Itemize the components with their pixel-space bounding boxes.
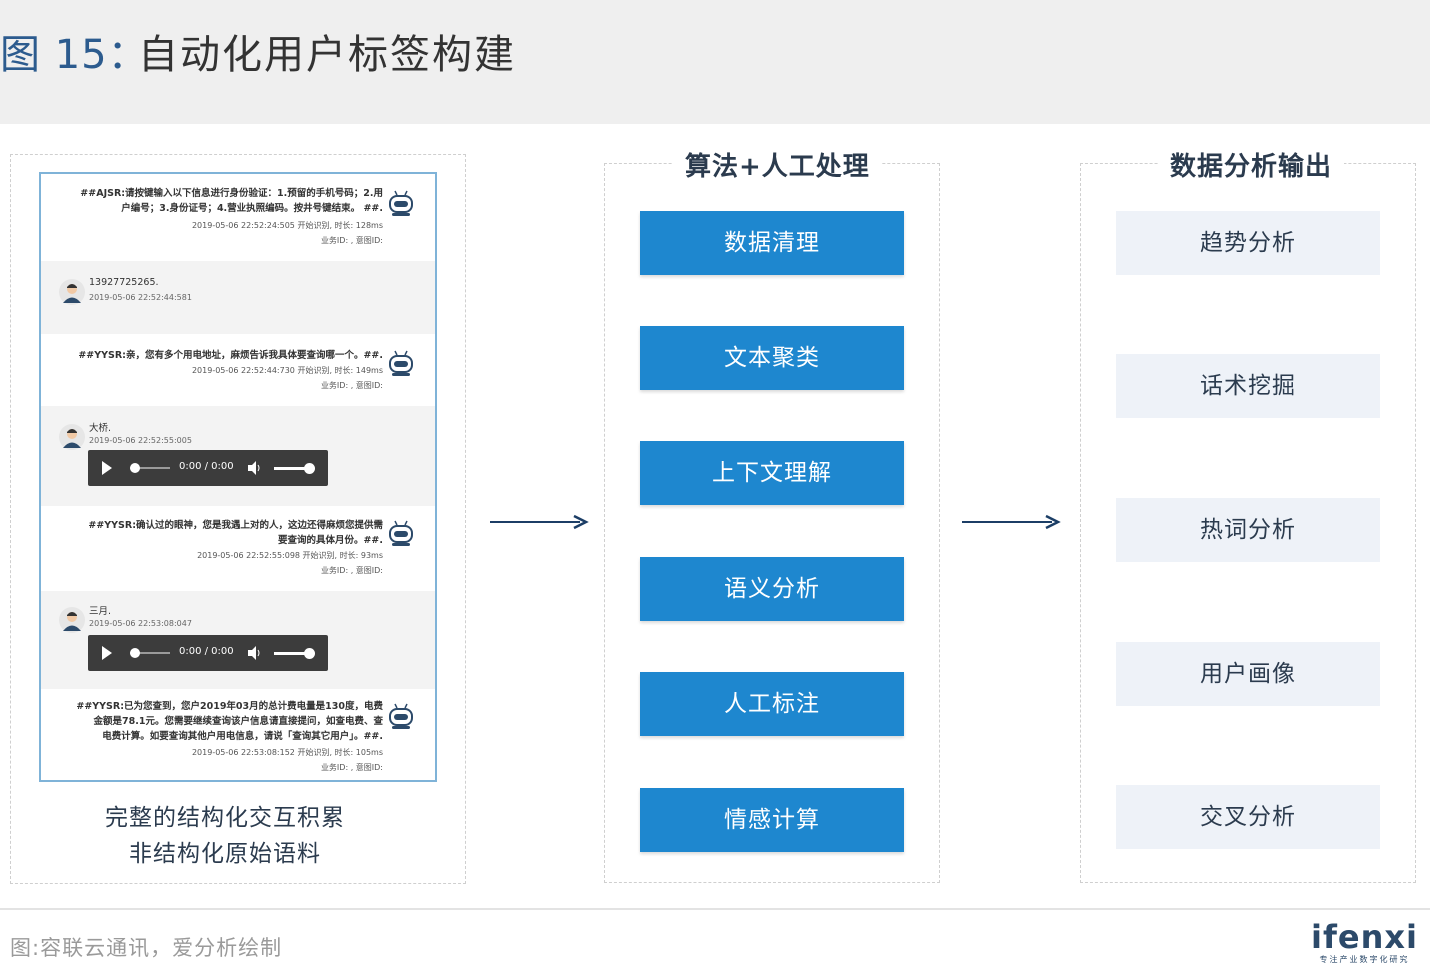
process-panel-title: 算法+人工处理	[673, 146, 882, 183]
output-item: 话术挖掘	[1116, 354, 1380, 418]
user-avatar-icon	[59, 279, 85, 305]
chat-message-bot: ##AJSR:请按键输入以下信息进行身份验证：1.预留的手机号码；2.用 户编号…	[41, 174, 435, 261]
flow-arrow-icon	[490, 514, 589, 530]
bot-message-timing: 2019-05-06 22:52:24:505 开始识别, 时长: 128ms	[191, 221, 383, 230]
bot-message-line: ##YYSR:确认过的眼神，您是我遇上对的人，这边还得麻烦您提供需	[88, 520, 383, 531]
user-message-time: 2019-05-06 22:52:44:581	[89, 293, 192, 302]
output-panel-title: 数据分析输出	[1158, 146, 1345, 183]
output-item: 趋势分析	[1116, 211, 1380, 275]
bot-message-ids: 业务ID: , 意图ID:	[320, 236, 383, 245]
user-message-text: 13927725265.	[89, 277, 159, 288]
output-item: 交叉分析	[1116, 785, 1380, 849]
volume-knob[interactable]	[304, 648, 315, 659]
figure-label: 图 15：	[0, 32, 149, 78]
process-step: 情感计算	[640, 788, 904, 852]
user-message-text: 大桥.	[89, 423, 112, 434]
volume-icon[interactable]	[248, 646, 260, 660]
chat-message-user: 13927725265. 2019-05-06 22:52:44:581	[41, 261, 435, 334]
bot-message-timing: 2019-05-06 22:52:44:730 开始识别, 时长: 149ms	[191, 366, 383, 375]
user-avatar-icon	[59, 607, 85, 633]
bot-message-line: ##AJSR:请按键输入以下信息进行身份验证：1.预留的手机号码；2.用	[80, 188, 383, 199]
bot-message-text: ##YYSR:确认过的眼神，您是我遇上对的人，这边还得麻烦您提供需 要查询的具体…	[59, 518, 383, 548]
volume-icon[interactable]	[248, 461, 260, 475]
bot-message-text: ##YYSR:亲，您有多个用电地址，麻烦告诉我具体要查询哪一个。##.	[59, 348, 383, 363]
bot-message-text: ##YYSR:已为您查到，您户2019年03月的总计费电量是130度，电费 金额…	[59, 699, 383, 744]
chat-log: ##AJSR:请按键输入以下信息进行身份验证：1.预留的手机号码；2.用 户编号…	[39, 172, 437, 782]
audio-time: 0:00 / 0:00	[179, 461, 234, 472]
user-message-time: 2019-05-06 22:53:08:047	[89, 619, 192, 628]
flow-arrow-icon	[962, 514, 1061, 530]
footer-divider	[0, 908, 1430, 910]
bot-message-ids: 业务ID: , 意图ID:	[320, 566, 383, 575]
user-message-text: 三月.	[89, 606, 112, 617]
user-message-time: 2019-05-06 22:52:55:005	[89, 436, 192, 445]
chat-message-user: 大桥. 2019-05-06 22:52:55:005 0:00 / 0:00	[41, 406, 435, 506]
audio-player[interactable]: 0:00 / 0:00	[88, 635, 328, 671]
audio-progress-knob[interactable]	[130, 463, 140, 473]
process-step: 语义分析	[640, 557, 904, 621]
bot-message-line: 电费计算。如要查询其他户用电信息，请说「查询其它用户」。##.	[102, 731, 383, 742]
user-avatar-icon	[59, 424, 85, 450]
logo-text: ifenxi	[1311, 918, 1418, 956]
bot-message-timing: 2019-05-06 22:52:55:098 开始识别, 时长: 93ms	[197, 551, 383, 560]
robot-icon	[389, 703, 413, 729]
source-note: 图:容联云通讯，爱分析绘制	[10, 936, 283, 960]
logo-tagline: 专注产业数字化研究	[1319, 955, 1410, 964]
robot-icon	[389, 350, 413, 376]
process-step: 数据清理	[640, 211, 904, 275]
output-item: 用户画像	[1116, 642, 1380, 706]
bot-message-line: 要查询的具体月份。##.	[277, 535, 383, 546]
bot-message-ids: 业务ID: , 意图ID:	[320, 381, 383, 390]
audio-player[interactable]: 0:00 / 0:00	[88, 450, 328, 486]
figure-title: 自动化用户标签构建	[138, 32, 516, 78]
chat-message-user: 三月. 2019-05-06 22:53:08:047 0:00 / 0:00	[41, 591, 435, 689]
robot-icon	[389, 520, 413, 546]
chat-message-bot: ##YYSR:亲，您有多个用电地址，麻烦告诉我具体要查询哪一个。##. 2019…	[41, 334, 435, 406]
bot-message-ids: 业务ID: , 意图ID:	[320, 763, 383, 772]
ifenxi-logo: ifenxi 专注产业数字化研究	[1311, 920, 1418, 965]
chat-message-bot: ##YYSR:确认过的眼神，您是我遇上对的人，这边还得麻烦您提供需 要查询的具体…	[41, 506, 435, 591]
bot-message-timing: 2019-05-06 22:53:08:152 开始识别, 时长: 105ms	[191, 748, 383, 757]
process-step: 文本聚类	[640, 326, 904, 390]
output-item: 热词分析	[1116, 498, 1380, 562]
bot-message-line: 金额是78.1元。您需要继续查询该户信息请直接提问，如查电费、查	[93, 716, 383, 727]
audio-progress-knob[interactable]	[130, 648, 140, 658]
bot-message-line: ##YYSR:已为您查到，您户2019年03月的总计费电量是130度，电费	[76, 701, 383, 712]
bot-message-line: 户编号；3.身份证号；4.营业执照编码。按井号键结束。 ##.	[121, 203, 383, 214]
process-step: 人工标注	[640, 672, 904, 736]
chat-message-bot: ##YYSR:已为您查到，您户2019年03月的总计费电量是130度，电费 金额…	[41, 689, 435, 780]
bot-message-line: ##YYSR:亲，您有多个用电地址，麻烦告诉我具体要查询哪一个。##.	[78, 350, 383, 361]
volume-knob[interactable]	[304, 463, 315, 474]
robot-icon	[389, 190, 413, 216]
figure-header: 图 15： 自动化用户标签构建	[0, 0, 1430, 124]
corpus-caption-line1: 完整的结构化交互积累	[105, 805, 345, 831]
bot-message-text: ##AJSR:请按键输入以下信息进行身份验证：1.预留的手机号码；2.用 户编号…	[59, 186, 383, 216]
process-step: 上下文理解	[640, 441, 904, 505]
play-icon[interactable]	[102, 461, 112, 475]
corpus-caption-line2: 非结构化原始语料	[129, 841, 321, 867]
audio-time: 0:00 / 0:00	[179, 646, 234, 657]
play-icon[interactable]	[102, 646, 112, 660]
